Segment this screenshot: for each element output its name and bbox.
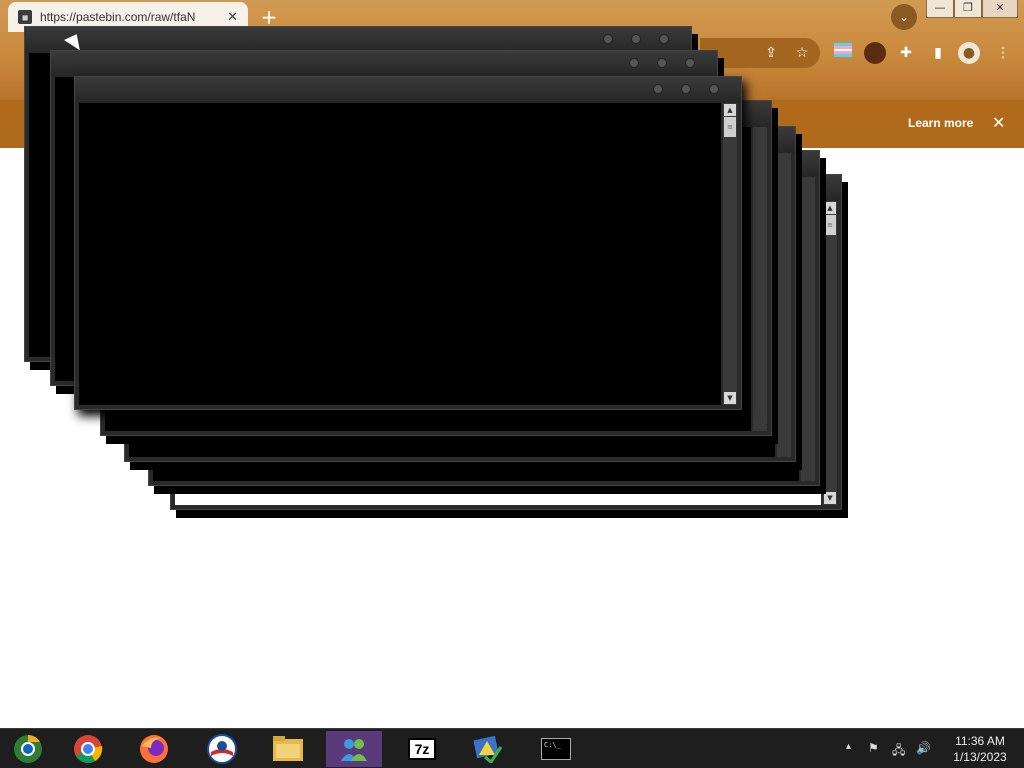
scroll-thumb[interactable]: ≡ (824, 215, 836, 235)
7zip-taskbar-icon[interactable]: 7z (394, 731, 450, 767)
spam-window-front[interactable]: ▲ ≡ ▼ (74, 76, 742, 410)
window-dot-icon[interactable] (603, 34, 613, 44)
share-icon[interactable]: ⇪ (760, 42, 782, 64)
taskbar: 7z C:\_ ▴ ⚑ 🖧 🔊 11:36 AM 1/13/2023 (0, 728, 1024, 768)
tab-close-button[interactable]: ✕ (227, 9, 238, 25)
window-dot-icon[interactable] (657, 58, 667, 68)
tab-title: https://pastebin.com/raw/tfaN (40, 10, 196, 24)
firefox-taskbar-icon[interactable] (126, 731, 182, 767)
command-prompt-taskbar-icon[interactable]: C:\_ (528, 731, 584, 767)
network-icon[interactable]: 🖧 (892, 741, 905, 762)
scrollbar[interactable] (777, 153, 791, 457)
side-panel-icon[interactable]: ▮ (927, 42, 949, 64)
scrollbar[interactable] (801, 177, 815, 481)
window-dot-icon[interactable] (709, 84, 719, 94)
extensions-puzzle-icon[interactable]: ✚ (895, 42, 917, 64)
clock-time: 11:36 AM (955, 734, 1005, 748)
scroll-up-arrow-icon[interactable]: ▲ (724, 104, 736, 116)
window-dot-icon[interactable] (629, 58, 639, 68)
scrollbar[interactable]: ▲ ≡ ▼ (823, 201, 837, 505)
chrome-canary-taskbar-icon[interactable] (0, 731, 56, 767)
extension-avatar-icon[interactable] (864, 42, 886, 64)
system-clock[interactable]: 11:36 AM 1/13/2023 (944, 733, 1016, 765)
scroll-up-arrow-icon[interactable]: ▲ (824, 202, 836, 214)
file-explorer-taskbar-icon[interactable] (260, 731, 316, 767)
window-content (79, 103, 721, 405)
profile-avatar-icon[interactable]: ● (958, 42, 980, 64)
scrollbar[interactable] (753, 127, 767, 431)
scroll-thumb[interactable]: ≡ (724, 117, 736, 137)
window-dot-icon[interactable] (659, 34, 669, 44)
bookmark-star-icon[interactable]: ☆ (791, 42, 813, 64)
program-warning-taskbar-icon[interactable] (460, 731, 516, 767)
window-titlebar[interactable] (51, 51, 717, 77)
window-dot-icon[interactable] (631, 34, 641, 44)
extension-flag-icon[interactable] (832, 42, 854, 64)
window-dot-icon[interactable] (681, 84, 691, 94)
pastebin-favicon-icon: ▦ (18, 10, 32, 24)
scroll-down-arrow-icon[interactable]: ▼ (824, 492, 836, 504)
obama-logo-taskbar-icon[interactable] (194, 731, 250, 767)
show-hidden-icons-button[interactable]: ▴ (846, 741, 851, 752)
tab-search-button[interactable]: ⌄ (891, 4, 917, 30)
scrollbar[interactable]: ▲ ≡ ▼ (723, 103, 737, 405)
messenger-taskbar-icon[interactable] (326, 731, 382, 767)
window-dot-icon[interactable] (685, 58, 695, 68)
chrome-taskbar-icon[interactable] (60, 731, 116, 767)
restore-button[interactable]: ❐ (954, 0, 982, 18)
learn-more-link[interactable]: Learn more (908, 116, 973, 130)
volume-icon[interactable]: 🔊 (916, 741, 931, 755)
window-dot-icon[interactable] (653, 84, 663, 94)
close-window-button[interactable]: ✕ (982, 0, 1018, 18)
menu-kebab-icon[interactable]: ⋮ (992, 42, 1014, 64)
clock-date: 1/13/2023 (953, 750, 1007, 764)
window-titlebar[interactable] (75, 77, 741, 103)
scroll-down-arrow-icon[interactable]: ▼ (724, 392, 736, 404)
infobar-close-button[interactable]: ✕ (992, 113, 1005, 132)
minimize-button[interactable]: — (926, 0, 954, 18)
action-center-flag-icon[interactable]: ⚑ (868, 741, 879, 755)
